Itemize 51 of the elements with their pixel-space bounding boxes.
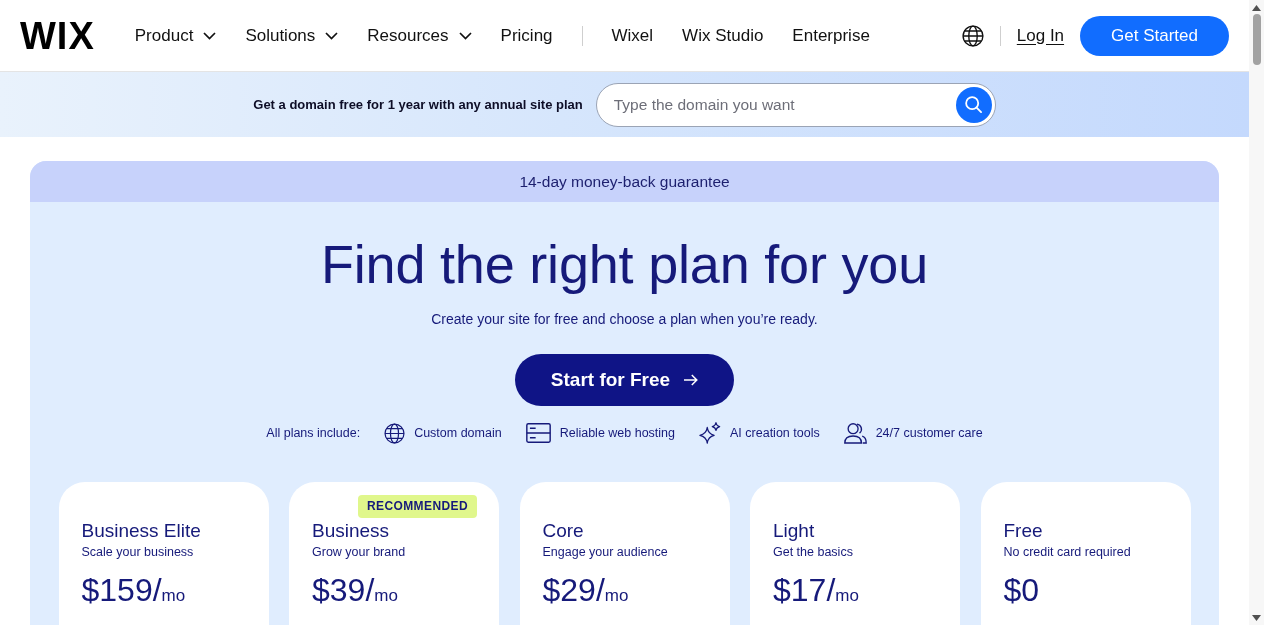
domain-search-field[interactable]: Type the domain you want: [595, 82, 996, 127]
plan-price: $0: [1003, 572, 1040, 608]
nav-dropdown[interactable]: Solutions: [245, 24, 339, 47]
login-link[interactable]: Log In: [1016, 24, 1065, 47]
plan-price: $39/mo: [312, 572, 398, 610]
feature-label: 24/7 customer care: [875, 425, 983, 441]
plan-name: Light: [773, 520, 816, 542]
nav-link[interactable]: Wixel: [611, 24, 654, 47]
feature-label: Custom domain: [414, 425, 502, 441]
plan-price: $159/mo: [81, 572, 186, 610]
guarantee-banner: 14-day money-back guarantee: [30, 161, 1219, 202]
server-icon: [525, 423, 551, 443]
search-icon: [965, 96, 983, 113]
nav-link[interactable]: Wix Studio: [682, 24, 764, 47]
plan-name: Free: [1003, 520, 1044, 542]
caret-icon: [458, 31, 472, 40]
feature-label: Reliable web hosting: [559, 425, 676, 441]
nav-dropdown[interactable]: Product: [134, 24, 217, 47]
plan-tagline: Get the basics: [773, 545, 854, 560]
nav-link[interactable]: Pricing: [500, 24, 553, 47]
start-for-free-button[interactable]: Start for Free: [515, 354, 734, 406]
page-heading: Find the right plan for you: [321, 234, 928, 294]
page-subheading: Create your site for free and choose a plan when you’re ready.: [431, 310, 818, 328]
plan-tagline: Engage your audience: [542, 545, 669, 560]
caret-icon: [203, 31, 217, 40]
get-started-button[interactable]: Get Started: [1080, 15, 1229, 56]
globe-icon[interactable]: [961, 24, 984, 47]
nav-link[interactable]: Enterprise: [792, 24, 870, 47]
plan-price: $17/mo: [773, 572, 859, 610]
caret-icon: [325, 31, 339, 40]
plan-tagline: No credit card required: [1003, 545, 1132, 560]
logo[interactable]: WIX: [20, 15, 95, 56]
scroll-down-icon[interactable]: [1252, 615, 1261, 621]
feature-label: AI creation tools: [730, 425, 820, 441]
scroll-up-icon[interactable]: [1252, 5, 1261, 11]
scrollbar[interactable]: [1249, 0, 1264, 625]
people-icon: [843, 422, 867, 444]
plan-name: Core: [542, 520, 585, 542]
sparkle-icon: [699, 422, 722, 444]
plan-name: Business Elite: [81, 520, 202, 542]
includes-label: All plans include:: [266, 425, 361, 441]
domain-promo-text: Get a domain free for 1 year with any annual site plan: [253, 96, 583, 113]
plan-tagline: Scale your business: [81, 545, 195, 560]
recommended-badge: RECOMMENDED: [357, 495, 477, 518]
globe-icon: [384, 422, 406, 444]
arrow-icon: [684, 374, 699, 386]
plan-name: Business: [312, 520, 391, 542]
plan-price: $29/mo: [542, 572, 629, 610]
nav-dropdown[interactable]: Resources: [367, 24, 472, 47]
plan-tagline: Grow your brand: [312, 545, 407, 560]
scrollbar-thumb[interactable]: [1252, 14, 1261, 65]
